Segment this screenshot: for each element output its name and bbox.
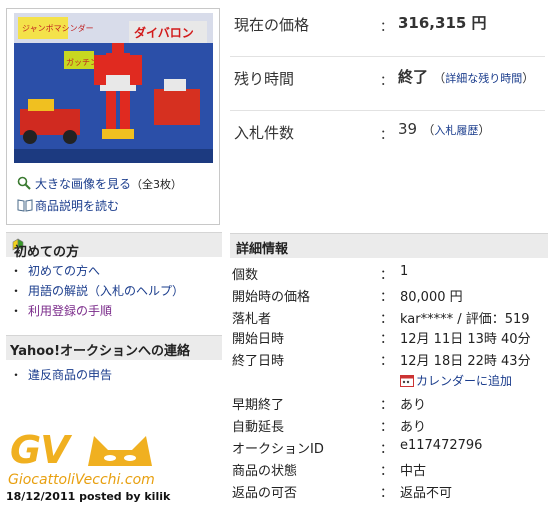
enlarge-image-label[interactable]: 大きな画像を見る <box>35 177 131 191</box>
detail-label: オークションID <box>232 442 324 457</box>
time-left-label: 残り時間 <box>234 70 295 88</box>
magnifier-icon <box>17 176 31 190</box>
registration-steps-link[interactable]: ・利用登録の手順 <box>10 302 112 319</box>
detail-label: 自動延長 <box>232 420 285 435</box>
book-icon <box>17 198 33 212</box>
toy-box-image: ジャンボマシンダー ダイバロン ガッチン! <box>14 13 213 163</box>
time-left-detail-link[interactable]: 詳細な残り時間 <box>445 72 522 85</box>
enlarge-image-link[interactable]: 大きな画像を見る（全3枚） <box>17 175 182 192</box>
svg-text:ジャンボマシンダー: ジャンボマシンダー <box>22 23 94 33</box>
beginners-box-title: 初めての方 <box>10 237 79 260</box>
current-price-row: 現在の価格 ： 316,315 円 <box>230 2 545 57</box>
time-left-value: 終了 <box>398 68 429 86</box>
detail-value: 中古 <box>400 464 427 479</box>
detail-label: 落札者 <box>232 312 272 327</box>
detail-label: 早期終了 <box>232 398 285 413</box>
detail-label: 開始日時 <box>232 332 285 347</box>
time-left-value-group: 終了 （詳細な残り時間） <box>398 68 535 86</box>
calendar-row: カレンダーに追加 <box>232 372 548 392</box>
bids-value-group: 39 （入札履歴） <box>398 120 491 138</box>
detail-row: 自動延長 ： あり <box>232 416 548 436</box>
contact-box-title: Yahoo!オークションへの連絡 <box>10 344 191 359</box>
detail-row: 開始日時 ： 12月 11日 13時 40分 <box>232 328 548 348</box>
svg-text:ダイバロン: ダイバロン <box>134 25 194 40</box>
bids-label: 入札件数 <box>234 124 295 142</box>
detail-row: 開始時の価格 ： 80,000 円 <box>232 286 548 306</box>
detail-value: 80,000 円 <box>400 290 463 305</box>
report-violation-link[interactable]: ・違反商品の申告 <box>10 366 112 383</box>
detail-value: 12月 18日 22時 43分 <box>400 354 531 369</box>
bids-value: 39 <box>398 120 418 138</box>
calendar-icon <box>400 375 414 387</box>
detail-row: 落札者 ： kar***** / 評価：519 <box>232 308 548 328</box>
detail-label: 終了日時 <box>232 354 285 369</box>
detail-row: 商品の状態 ： 中古 <box>232 460 548 480</box>
watermark-posted: 18/12/2011 posted by kilik <box>6 490 171 503</box>
read-description-link[interactable]: 商品説明を読む <box>17 197 119 214</box>
contact-box-header: Yahoo!オークションへの連絡 <box>6 335 222 360</box>
item-thumbnail[interactable]: ジャンボマシンダー ダイバロン ガッチン! <box>14 13 213 163</box>
bids-row: 入札件数 ： 39 （入札履歴） <box>230 110 545 164</box>
detail-row: 返品の可否 ： 返品不可 <box>232 482 548 502</box>
detail-value: 返品不可 <box>400 486 453 501</box>
image-count: （全3枚） <box>131 178 183 191</box>
item-image-panel: ジャンボマシンダー ダイバロン ガッチン! 大きな画像を見る（全3枚） 商品説明… <box>6 8 220 225</box>
detail-label: 個数 <box>232 268 259 283</box>
glossary-link[interactable]: ・用語の解説（入札のヘルプ） <box>10 282 184 299</box>
current-price-value: 316,315 円 <box>398 14 487 32</box>
detail-value: あり <box>400 398 427 413</box>
time-left-row: 残り時間 ： 終了 （詳細な残り時間） <box>230 56 545 111</box>
detail-info-header: 詳細情報 <box>230 233 548 258</box>
detail-label: 返品の可否 <box>232 486 298 501</box>
add-to-calendar-link[interactable]: カレンダーに追加 <box>400 372 512 389</box>
beginners-guide-link[interactable]: ・初めての方へ <box>10 262 100 279</box>
detail-label: 商品の状態 <box>232 464 298 479</box>
bid-history-link[interactable]: 入札履歴 <box>434 124 478 137</box>
detail-row: オークションID ： e117472796 <box>232 438 483 457</box>
watermark: GV GiocattoliVecchi.com 18/12/2011 poste… <box>4 428 204 506</box>
detail-info-title: 詳細情報 <box>236 242 289 257</box>
detail-row: 早期終了 ： あり <box>232 394 548 414</box>
colon: ： <box>380 128 394 143</box>
watermark-site: GiocattoliVecchi.com <box>8 472 155 488</box>
current-price-label: 現在の価格 <box>234 16 310 34</box>
detail-value: 1 <box>400 264 409 279</box>
read-description-label[interactable]: 商品説明を読む <box>35 199 119 213</box>
beginners-box-header: 初めての方 <box>6 232 222 260</box>
colon: ： <box>380 20 394 35</box>
detail-value: 12月 11日 13時 40分 <box>400 332 531 347</box>
detail-label: 開始時の価格 <box>232 290 311 305</box>
colon: ： <box>380 74 394 89</box>
detail-row: 終了日時 ： 12月 18日 22時 43分 <box>232 350 548 370</box>
detail-value: e117472796 <box>400 438 483 453</box>
detail-value: あり <box>400 420 427 435</box>
cat-logo-icon <box>88 436 152 466</box>
detail-row: 個数 ： 1 <box>232 264 409 283</box>
watermark-logo: GV <box>10 428 70 472</box>
winning-bidder-value[interactable]: kar***** / 評価：519 <box>400 308 530 327</box>
